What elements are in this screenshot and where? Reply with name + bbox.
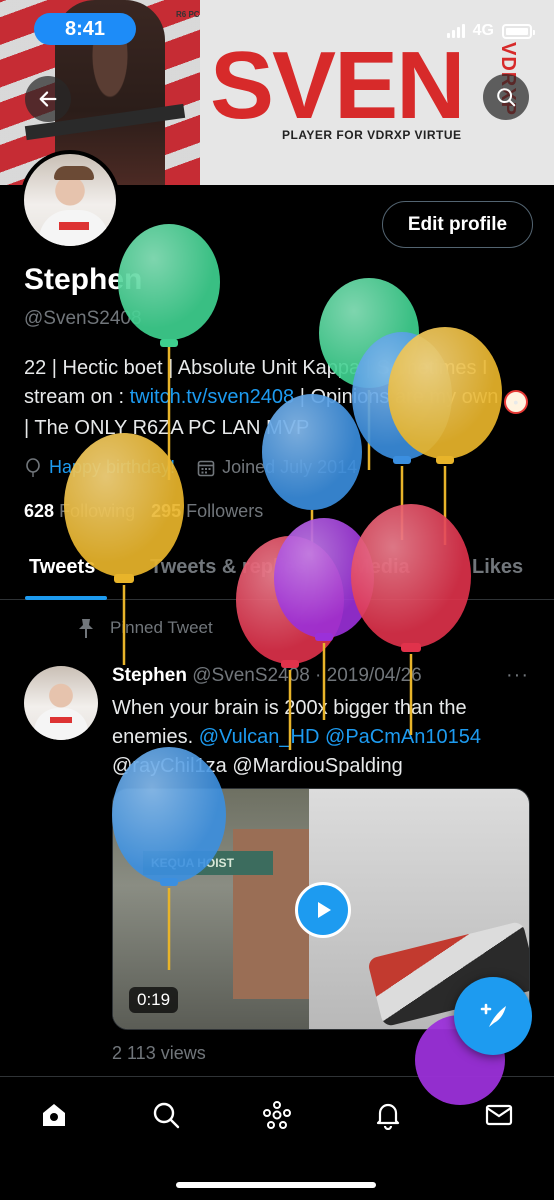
- status-bar: 8:41 4G: [0, 0, 554, 60]
- profile-bio: 22 | Hectic boet | Absolute Unit Kappa |…: [24, 354, 534, 443]
- tab-likes[interactable]: Likes: [472, 556, 523, 579]
- compose-tweet-button[interactable]: [454, 977, 532, 1055]
- followers-label: Followers: [186, 501, 264, 521]
- status-time: 8:41: [34, 13, 136, 45]
- following-count: 628: [24, 501, 55, 521]
- nav-notifications[interactable]: [368, 1095, 408, 1135]
- profile-name: Stephen: [24, 263, 143, 296]
- birthday-item: Happy birthday!: [24, 457, 175, 478]
- avatar-hair: [54, 166, 94, 180]
- follow-stats: 628 Following 295 Followers: [24, 501, 263, 522]
- status-right: 4G: [446, 22, 535, 40]
- tweet-handle-date: @SvenS2408 · 2019/04/26: [192, 665, 422, 686]
- balloon-icon: [26, 457, 40, 477]
- profile-avatar[interactable]: [20, 150, 120, 250]
- followers-count: 295: [151, 501, 182, 521]
- home-icon: [43, 1104, 65, 1126]
- pinned-text: Pinned Tweet: [110, 618, 213, 637]
- tab-media[interactable]: Media: [353, 556, 410, 579]
- followers-link[interactable]: 295 Followers: [151, 501, 263, 522]
- banner-subtitle: PLAYER FOR VDRXP VIRTUE: [282, 128, 462, 142]
- bio-text-3: | The ONLY R6ZA PC LAN MVP: [24, 417, 310, 439]
- nav-explore[interactable]: [146, 1095, 186, 1135]
- joined-text: Joined July 2014: [222, 457, 358, 477]
- profile-handle: @SvenS2408: [24, 308, 142, 329]
- bio-text-2: | Opinions are my own: [294, 386, 499, 408]
- search-button[interactable]: [483, 74, 529, 120]
- bottom-navigation: [0, 1076, 554, 1200]
- battery-icon: [502, 23, 535, 39]
- play-icon: [318, 902, 331, 918]
- tab-tweets[interactable]: Tweets: [29, 556, 95, 579]
- joined-item: Joined July 2014: [197, 457, 357, 478]
- following-label: Following: [59, 501, 136, 521]
- back-button[interactable]: [25, 76, 71, 122]
- profile-meta: Happy birthday! Joined July 2014: [24, 457, 357, 478]
- video-scene-sign: KEQUA HOIST: [143, 851, 273, 875]
- mail-icon: [485, 1104, 513, 1126]
- avatar-shirt: [39, 210, 109, 246]
- search-icon: [497, 88, 516, 107]
- tweet-avatar[interactable]: [24, 666, 98, 740]
- nav-messages[interactable]: [479, 1095, 519, 1135]
- tweet-more-button[interactable]: ···: [506, 664, 529, 687]
- play-button[interactable]: [295, 882, 351, 938]
- profile-tabs: Tweets Tweets & replies Media Likes: [0, 540, 554, 600]
- tweet-text-2: @rayChil1za @MardiouSpalding: [112, 755, 403, 777]
- edit-profile-button[interactable]: Edit profile: [382, 201, 533, 248]
- calendar-icon: [197, 460, 215, 476]
- mention-pacman[interactable]: @PaCmAn10154: [325, 726, 481, 748]
- tweet-views: 2 113 views: [112, 1043, 206, 1063]
- bell-icon: [376, 1103, 400, 1130]
- bio-link[interactable]: twitch.tv/sven2408: [130, 386, 295, 408]
- home-indicator: [176, 1182, 376, 1188]
- tweet-author-name[interactable]: Stephen: [112, 665, 187, 686]
- tweet-avatar-shirt: [34, 708, 88, 740]
- network-label: 4G: [472, 22, 494, 39]
- tweet-text: When your brain is 200x bigger than the …: [112, 694, 532, 781]
- tab-tweets-replies[interactable]: Tweets & replies: [150, 556, 306, 579]
- active-tab-indicator: [25, 596, 107, 600]
- nav-spaces[interactable]: [257, 1095, 297, 1135]
- nav-home[interactable]: [34, 1095, 74, 1135]
- pinned-label: Pinned Tweet: [76, 617, 213, 639]
- pin-icon: [79, 619, 93, 638]
- clown-emoji-icon: •: [503, 390, 528, 414]
- birthday-text: Happy birthday!: [49, 457, 176, 477]
- signal-icon: [446, 24, 465, 38]
- compose-tweet-icon: [480, 1003, 506, 1027]
- spaces-icon: [263, 1101, 291, 1129]
- search-icon: [153, 1102, 180, 1129]
- tweet-header: Stephen @SvenS2408 · 2019/04/26: [112, 665, 422, 687]
- video-duration: 0:19: [129, 987, 179, 1013]
- following-link[interactable]: 628 Following: [24, 501, 135, 522]
- arrow-left-icon: [39, 91, 57, 107]
- mention-vulcan[interactable]: @Vulcan_HD: [199, 726, 320, 748]
